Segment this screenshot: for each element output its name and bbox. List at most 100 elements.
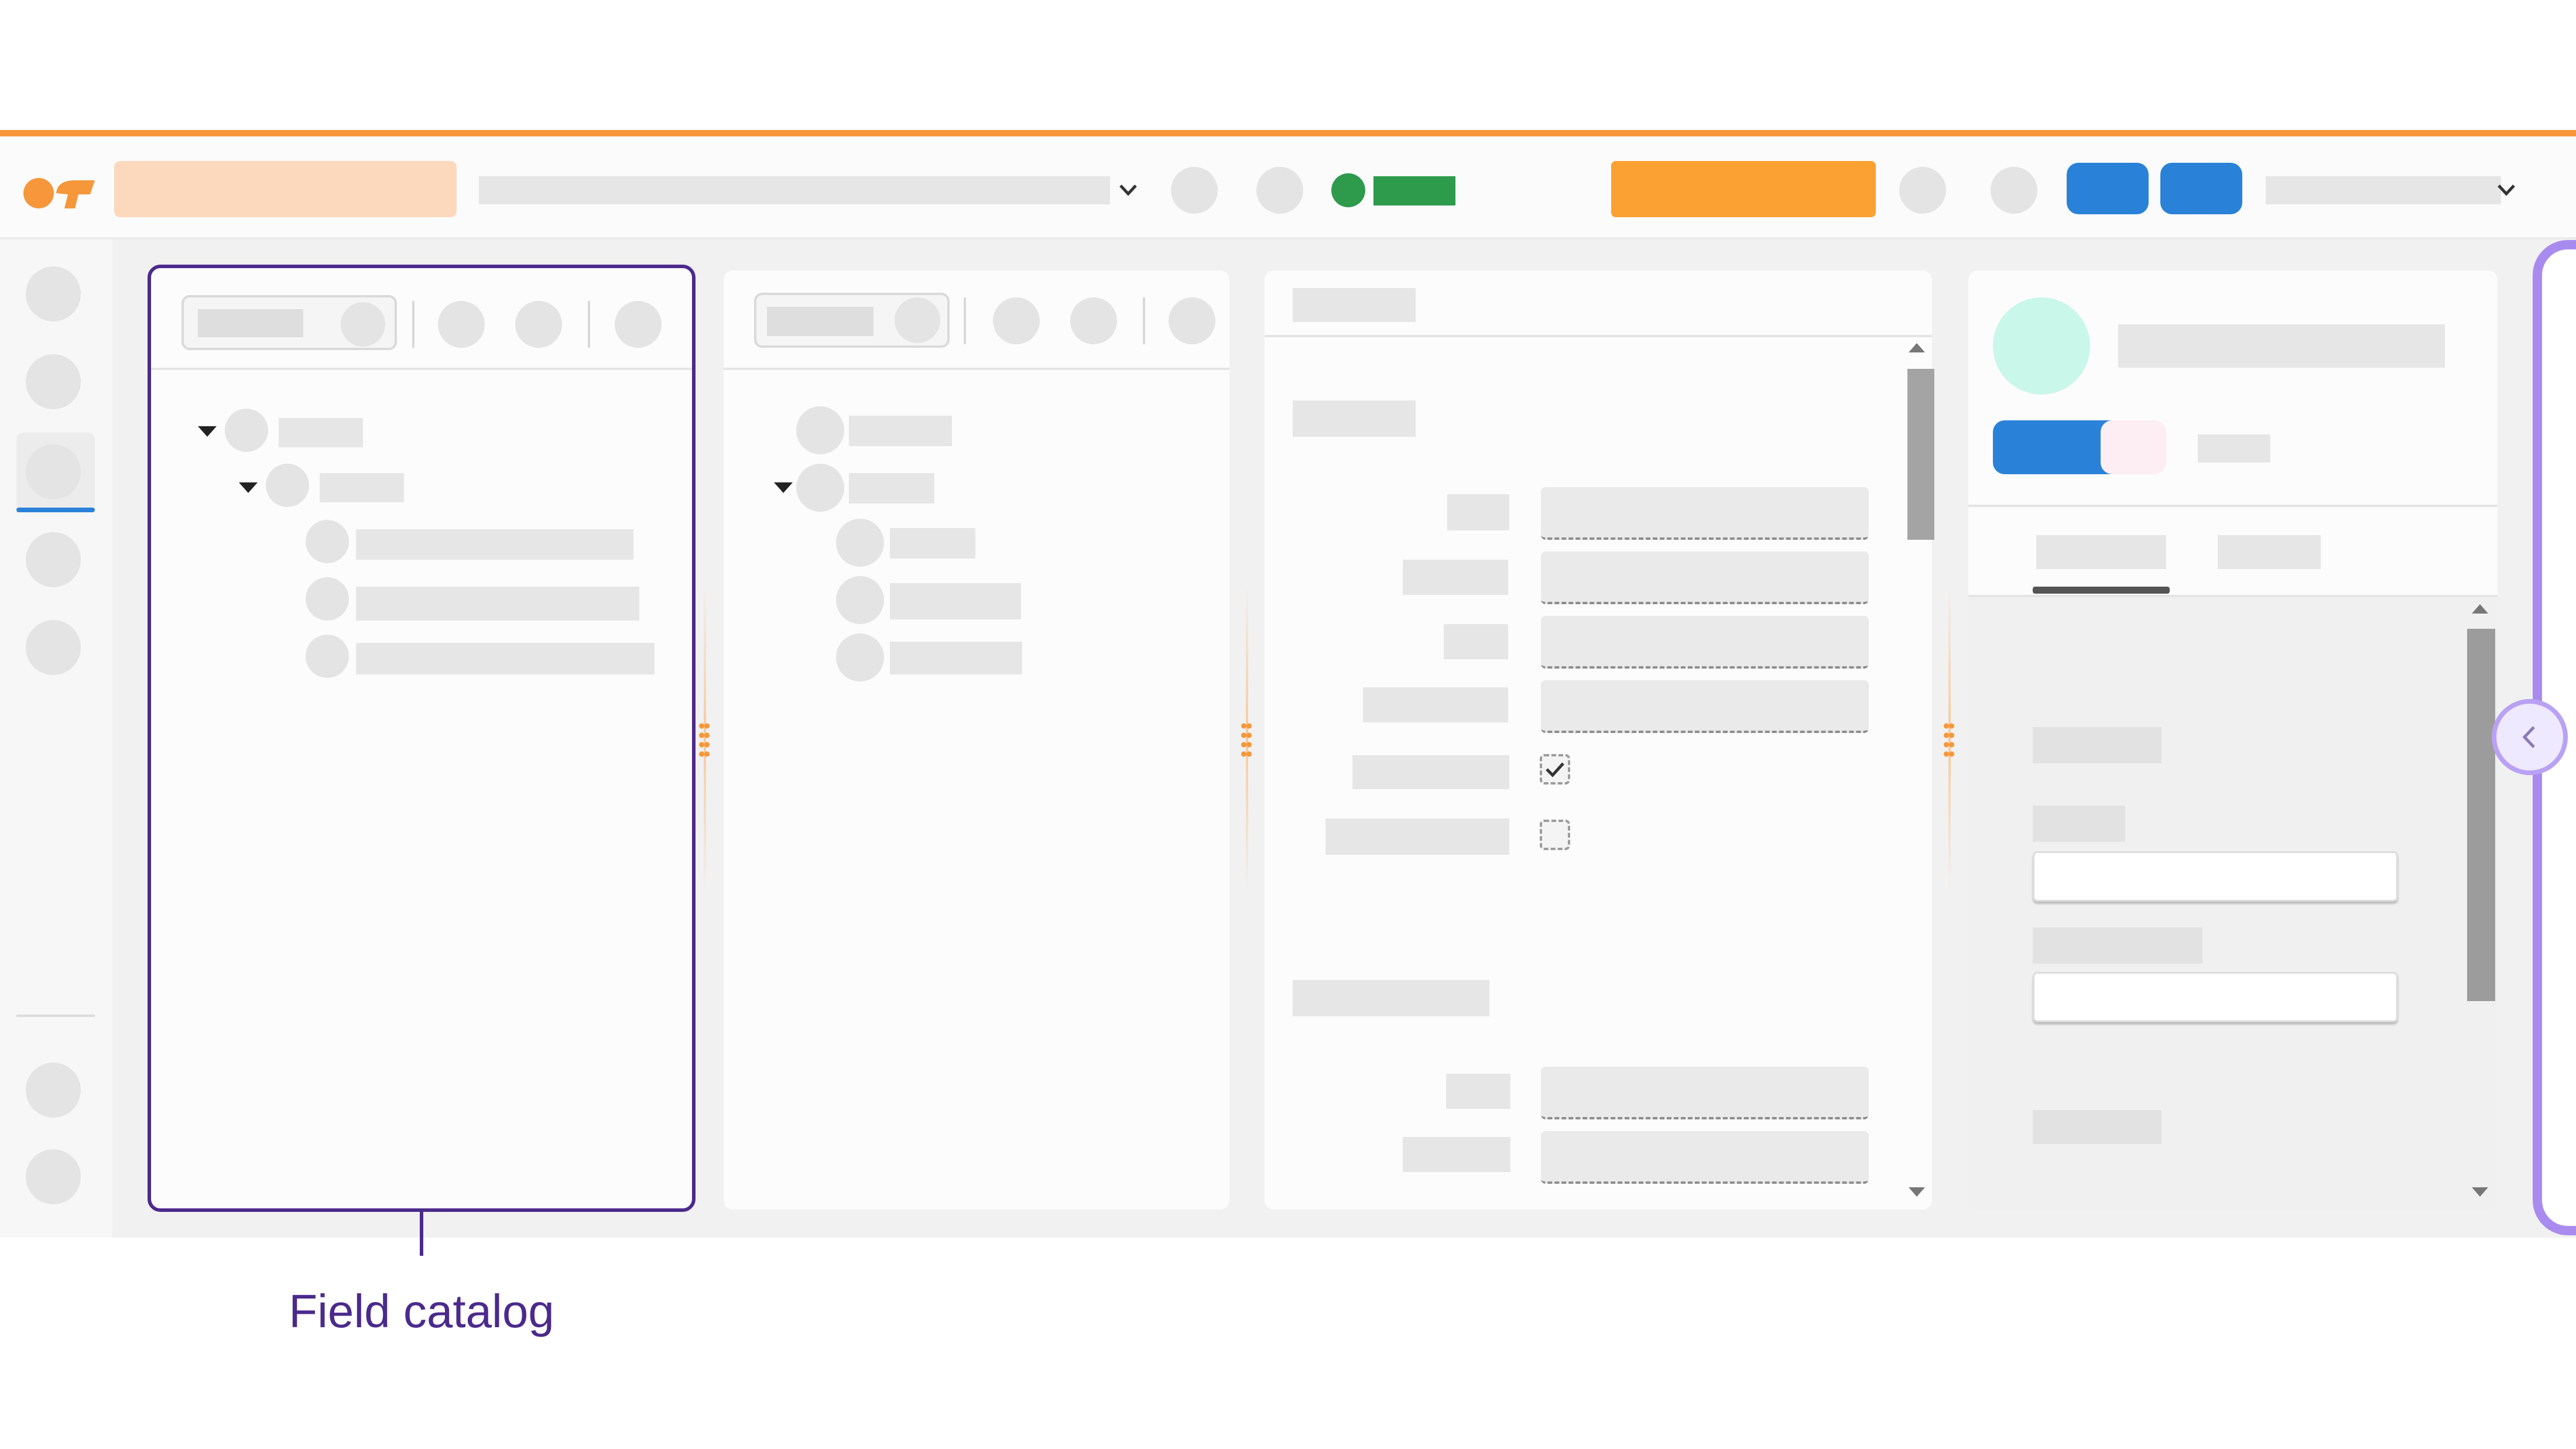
status-dot-icon	[1331, 173, 1365, 207]
scrollbar-thumb[interactable]	[1907, 369, 1934, 540]
field-label	[1325, 818, 1509, 855]
field-label	[1403, 560, 1508, 595]
field-label	[1444, 624, 1508, 659]
field-input[interactable]	[1541, 551, 1869, 604]
toolbar-icon-4[interactable]	[1991, 167, 2037, 214]
tree-node-label[interactable]	[320, 473, 404, 502]
panel-action-icon-3[interactable]	[615, 301, 662, 348]
chevron-down-icon[interactable]	[1117, 181, 1139, 198]
tab-details[interactable]	[2036, 535, 2166, 569]
section-heading	[2033, 1110, 2161, 1144]
tab-icon[interactable]	[341, 302, 385, 347]
tree-node-label[interactable]	[849, 473, 934, 503]
panel-action-icon-2[interactable]	[1070, 297, 1117, 344]
section-heading	[2033, 727, 2161, 763]
nav-icon-1[interactable]	[26, 266, 81, 321]
tab-icon[interactable]	[895, 297, 940, 343]
nav-icon-7[interactable]	[26, 1149, 81, 1204]
logo-icon[interactable]	[22, 176, 98, 211]
nav-icon-5[interactable]	[26, 620, 81, 675]
tree-leaf-icon	[836, 576, 884, 624]
tree-leaf-label[interactable]	[890, 528, 975, 559]
top-accent-bar	[0, 130, 2576, 136]
panel-action-icon-3[interactable]	[1169, 297, 1215, 344]
tab-label	[767, 307, 873, 336]
properties-panel	[1265, 270, 1934, 1210]
nav-active-indicator	[16, 508, 95, 512]
detail-meta	[2198, 434, 2270, 463]
scroll-up-icon[interactable]	[1909, 343, 1925, 352]
field-input[interactable]	[1541, 1131, 1869, 1184]
panel-action-icon-2[interactable]	[515, 301, 562, 348]
toolbar	[0, 136, 2576, 239]
panel-action-icon-1[interactable]	[993, 297, 1040, 344]
tree-node-icon	[796, 464, 844, 512]
toolbar-icon-3[interactable]	[1899, 167, 1946, 214]
panel-action-icon-1[interactable]	[438, 301, 485, 348]
toolbar-icon-2[interactable]	[1256, 167, 1303, 214]
text-input[interactable]	[2033, 851, 2398, 902]
section-heading	[1293, 400, 1416, 437]
field-input[interactable]	[1541, 487, 1869, 540]
scrollbar-thumb[interactable]	[2467, 629, 2495, 1001]
tree-leaf-label[interactable]	[356, 643, 655, 674]
structure-panel	[724, 270, 1229, 1210]
field-label	[1403, 1137, 1510, 1172]
caret-down-icon[interactable]	[239, 482, 258, 493]
workspace-selector[interactable]	[114, 161, 457, 217]
tab-label	[198, 309, 303, 337]
left-nav	[0, 239, 112, 1238]
panel-title	[1293, 288, 1416, 322]
checkbox-checked[interactable]	[1540, 754, 1570, 785]
user-menu[interactable]	[2266, 176, 2501, 204]
field-input[interactable]	[1541, 1067, 1869, 1119]
detail-secondary-button[interactable]	[2101, 420, 2166, 474]
tree-node-label[interactable]	[279, 418, 363, 447]
text-input[interactable]	[2033, 972, 2398, 1022]
tree-node-icon	[796, 406, 844, 454]
primary-action-button[interactable]	[1611, 161, 1876, 217]
toolbar-divider	[964, 297, 966, 344]
drag-handle-icon[interactable]	[1944, 721, 1954, 759]
caret-down-icon[interactable]	[198, 426, 217, 437]
tree-node-label[interactable]	[849, 416, 952, 446]
tree-leaf-label[interactable]	[890, 642, 1022, 674]
tree-leaf-label[interactable]	[356, 529, 633, 560]
search-field[interactable]	[479, 176, 1110, 204]
scroll-down-icon[interactable]	[1909, 1187, 1925, 1197]
drag-handle-icon[interactable]	[1241, 721, 1252, 759]
panel-toolbar	[151, 268, 692, 370]
nav-icon-3[interactable]	[26, 444, 81, 499]
toolbar-divider	[412, 301, 415, 348]
field-label	[1447, 494, 1509, 530]
field-input[interactable]	[1541, 616, 1869, 669]
tree-node-icon	[266, 464, 309, 507]
field-catalog-panel	[148, 265, 696, 1212]
nav-icon-6[interactable]	[26, 1063, 81, 1118]
field-input[interactable]	[1541, 680, 1869, 733]
tree-leaf-icon	[306, 520, 349, 563]
toolbar-blue-button-1[interactable]	[2067, 163, 2149, 214]
nav-icon-2[interactable]	[26, 354, 81, 409]
checkbox-unchecked[interactable]	[1540, 820, 1570, 850]
tree-leaf-label[interactable]	[356, 587, 639, 621]
detail-title	[2118, 324, 2445, 368]
field-label	[1363, 687, 1508, 722]
nav-icon-4[interactable]	[26, 532, 81, 587]
field-label	[1352, 755, 1509, 789]
chevron-down-icon[interactable]	[2495, 181, 2517, 198]
field-label	[1446, 1074, 1510, 1109]
toolbar-icon-1[interactable]	[1171, 167, 1218, 214]
caret-down-icon[interactable]	[774, 482, 793, 493]
chevron-left-icon[interactable]	[2492, 699, 2568, 775]
toolbar-blue-button-2[interactable]	[2160, 163, 2242, 214]
toolbar-divider	[1143, 297, 1145, 344]
scroll-up-icon[interactable]	[2472, 604, 2488, 614]
section-heading	[1293, 980, 1489, 1016]
panel-toolbar	[724, 270, 1229, 370]
scroll-down-icon[interactable]	[2472, 1187, 2488, 1197]
drag-handle-icon[interactable]	[699, 721, 710, 759]
tree-leaf-icon	[836, 519, 884, 567]
tree-leaf-label[interactable]	[890, 583, 1021, 619]
tab-other[interactable]	[2218, 535, 2321, 569]
